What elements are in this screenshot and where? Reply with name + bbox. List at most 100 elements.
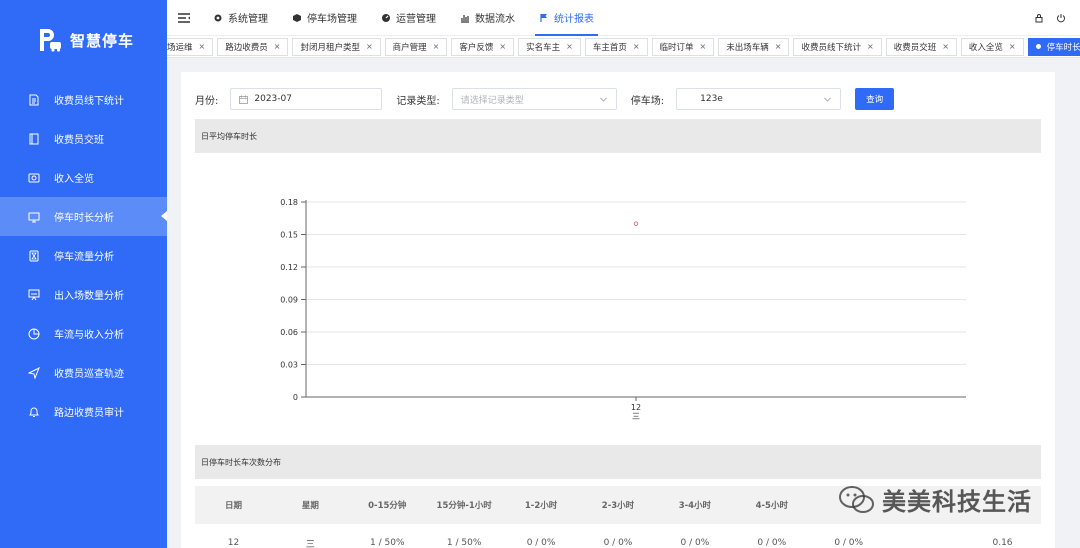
tag-label: 收费员线下统计	[801, 42, 861, 53]
watermark-text: 美美科技生活	[882, 488, 1032, 516]
sidebar-item-entry-exit-count[interactable]: 出入场数量分析	[0, 275, 167, 314]
tag-item[interactable]: 收费员交班 ×	[885, 37, 957, 56]
tag-item[interactable]: 临时订单 ×	[651, 37, 715, 56]
tag-label: 车主首页	[592, 42, 627, 53]
tag-item[interactable]: 车主首页 ×	[584, 37, 648, 56]
table-cell: 三	[305, 539, 315, 548]
brand-name: 智慧停车	[70, 31, 135, 50]
y-tick-label: 0.12	[280, 263, 298, 272]
tag-item[interactable]: 客户反馈 ×	[451, 37, 515, 56]
table-header-cell: 3-4小时	[678, 501, 712, 511]
table-row: 12 三 1 / 50% 1 / 50% 0 / 0% 0 / 0% 0 / 0% 0 / 0…	[195, 524, 1041, 548]
table-cell: 0 / 0%	[680, 538, 710, 548]
tag-item[interactable]: 未出场车辆 ×	[718, 37, 790, 56]
close-icon[interactable]: ×	[433, 42, 440, 51]
wechat-icon	[839, 485, 874, 513]
nav-statistics-reports[interactable]: 统计报表	[527, 0, 606, 36]
tag-label: 路边收费员	[225, 42, 268, 53]
x-tick-label: 12	[631, 403, 641, 412]
tag-item[interactable]: 封闭月租户类型 ×	[292, 37, 381, 56]
nav-label: 统计报表	[554, 14, 594, 25]
top-navigation: 系统管理 停车场管理 运营管理 数据流水 统计报表	[167, 0, 1080, 36]
active-dot-icon	[1035, 44, 1041, 49]
tag-label: 场运维	[167, 42, 193, 53]
sidebar-item-collector-offline-stats[interactable]: 收费员线下统计	[0, 80, 167, 119]
tag-item[interactable]: 实名车主 ×	[518, 37, 581, 56]
close-icon[interactable]: ×	[867, 42, 874, 51]
tag-item[interactable]: 收费员线下统计 ×	[793, 37, 882, 56]
sidebar-item-label: 停车时长分析	[54, 213, 114, 224]
table-header-cell: 15分钟-1小时	[436, 501, 492, 511]
close-icon[interactable]: ×	[274, 42, 281, 51]
nav-parking-lot-management[interactable]: 停车场管理	[280, 0, 369, 36]
tab-tags-bar: 场运维 × 路边收费员 × 封闭月租户类型 × 商户管理 × 客户反馈 × 实名车主 × 车…	[167, 36, 1080, 58]
nav-operations-management[interactable]: 运营管理	[369, 0, 448, 36]
close-icon[interactable]: ×	[199, 42, 206, 51]
close-icon[interactable]: ×	[366, 42, 373, 51]
x-tick-label-weekday: 三	[632, 412, 640, 421]
tag-item[interactable]: 收入全览 ×	[960, 37, 1024, 56]
close-icon[interactable]: ×	[566, 42, 573, 51]
record-type-placeholder: 请选择记录类型	[460, 95, 524, 106]
filter-bar: 月份: 2023-07 记录类型: 请选择记录类型 停车场: 123e 查询	[195, 88, 895, 110]
month-picker[interactable]: 2023-07	[230, 88, 383, 110]
tag-item[interactable]: 路边收费员 ×	[217, 37, 289, 56]
table-cell: 0.16	[992, 538, 1013, 548]
table-header-cell: 1-2小时	[524, 501, 558, 511]
sidebar-item-roadside-audit[interactable]: 路边收费员审计	[0, 392, 167, 431]
nav-label: 运营管理	[396, 14, 436, 25]
tag-label: 实名车主	[526, 42, 561, 53]
table-header-cell: 4-5小时	[755, 501, 788, 511]
table-cell: 1 / 50%	[446, 538, 482, 548]
send-icon	[28, 366, 40, 379]
y-tick-label: 0.15	[280, 231, 298, 240]
dashboard-icon	[381, 13, 391, 23]
tag-label: 商户管理	[392, 42, 427, 53]
sidebar-item-collector-patrol[interactable]: 收费员巡查轨迹	[0, 353, 167, 392]
sidebar-item-income-overview[interactable]: 收入全览	[0, 158, 167, 197]
y-tick-label: 0.18	[280, 198, 298, 207]
y-tick-label: 0.03	[280, 361, 298, 370]
close-icon[interactable]: ×	[1009, 42, 1016, 51]
y-tick-label: 0.06	[280, 328, 298, 337]
parking-lot-select[interactable]: 123e	[676, 88, 842, 110]
book-icon	[28, 133, 40, 145]
close-icon[interactable]: ×	[942, 42, 949, 51]
sidebar-item-collector-shift[interactable]: 收费员交班	[0, 119, 167, 158]
nav-system-management[interactable]: 系统管理	[201, 0, 280, 36]
sidebar-item-label: 出入场数量分析	[54, 291, 124, 302]
cube-icon	[292, 13, 302, 23]
sidebar-item-parking-duration[interactable]: 停车时长分析	[0, 197, 167, 236]
nav-label: 系统管理	[228, 14, 268, 25]
watermark: 美美科技生活	[838, 482, 1032, 517]
parking-lot-value: 123e	[700, 94, 723, 104]
query-button[interactable]: 查询	[855, 88, 895, 110]
sidebar-item-label: 收入全览	[54, 174, 94, 185]
month-value: 2023-07	[254, 94, 292, 104]
tag-label: 收入全览	[968, 42, 1003, 53]
tag-item[interactable]: 商户管理 ×	[384, 37, 448, 56]
sidebar-item-parking-flow[interactable]: 停车流量分析	[0, 236, 167, 275]
nav-data-flow[interactable]: 数据流水	[448, 0, 527, 36]
record-type-select[interactable]: 请选择记录类型	[451, 88, 617, 110]
monitor-icon	[28, 211, 40, 223]
parking-lot-label: 停车场:	[630, 95, 665, 107]
table-cell: 1 / 50%	[370, 538, 405, 548]
sidebar-item-traffic-income[interactable]: 车流与收入分析	[0, 314, 167, 353]
table-cell: 0 / 0%	[526, 538, 556, 548]
close-icon[interactable]: ×	[700, 42, 707, 51]
close-icon[interactable]: ×	[499, 42, 506, 51]
sidebar-item-label: 停车流量分析	[54, 252, 114, 263]
lock-icon[interactable]	[1034, 13, 1044, 23]
tag-label: 未出场车辆	[726, 42, 769, 53]
tag-label: 临时订单	[659, 42, 694, 53]
tag-item[interactable]: 场运维 ×	[167, 37, 214, 56]
menu-toggle-icon[interactable]	[167, 12, 201, 23]
table-cell: 0 / 0%	[757, 538, 787, 548]
power-icon[interactable]	[1056, 13, 1066, 23]
sidebar-item-label: 路边收费员审计	[54, 408, 124, 419]
close-icon[interactable]: ×	[775, 42, 782, 51]
tag-item-active[interactable]: 停车时长分析×	[1027, 37, 1080, 56]
avg-duration-chart: 0 0.03 0.06 0.09 0.12 0.15 0.18 12三	[280, 198, 966, 421]
close-icon[interactable]: ×	[633, 42, 640, 51]
